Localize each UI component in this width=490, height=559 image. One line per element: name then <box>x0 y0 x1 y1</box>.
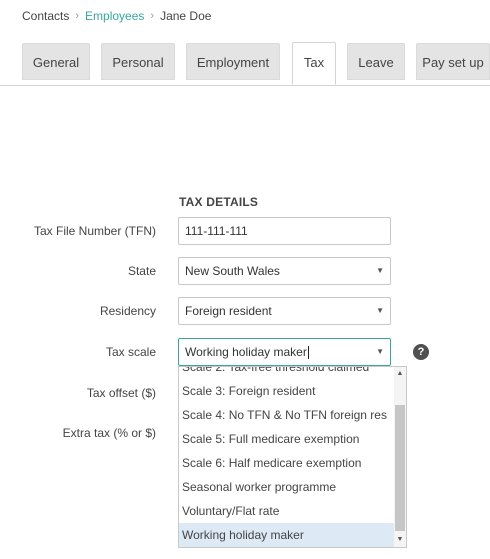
tab-employment[interactable]: Employment <box>186 43 280 80</box>
tab-tax[interactable]: Tax <box>292 42 336 85</box>
tax-scale-select[interactable]: Working holiday maker ▼ <box>178 338 391 366</box>
breadcrumb-employees[interactable]: Employees <box>85 9 144 23</box>
dropdown-option-selected[interactable]: Working holiday maker <box>179 523 395 547</box>
breadcrumb-contacts[interactable]: Contacts <box>22 9 69 23</box>
dropdown-option[interactable]: Scale 4: No TFN & No TFN foreign res <box>179 403 395 427</box>
breadcrumb: Contacts › Employees › Jane Doe <box>22 8 211 24</box>
tfn-value: 111-111-111 <box>185 224 248 238</box>
tab-general[interactable]: General <box>22 43 90 80</box>
dropdown-arrow-icon: ▼ <box>376 347 384 356</box>
dropdown-option[interactable]: Scale 5: Full medicare exemption <box>179 427 395 451</box>
section-title: TAX DETAILS <box>179 195 259 209</box>
dropdown-option[interactable]: Scale 6: Half medicare exemption <box>179 451 395 475</box>
residency-label: Residency <box>99 304 156 318</box>
dropdown-arrow-icon: ▼ <box>376 306 384 315</box>
breadcrumb-current: Jane Doe <box>160 9 212 23</box>
residency-value: Foreign resident <box>185 304 272 318</box>
tax-scale-label: Tax scale <box>105 345 156 359</box>
chevron-right-icon: › <box>75 10 80 22</box>
dropdown-option[interactable]: Voluntary/Flat rate <box>179 499 395 523</box>
tab-leave[interactable]: Leave <box>347 43 405 80</box>
scrollbar-thumb[interactable] <box>395 405 405 531</box>
tab-pay-set-up[interactable]: Pay set up <box>416 43 490 80</box>
tax-scale-value: Working holiday maker <box>185 345 307 359</box>
residency-select[interactable]: Foreign resident ▼ <box>178 297 391 325</box>
tax-scale-dropdown[interactable]: Scale 2: Tax-free threshold claimed Scal… <box>178 366 407 548</box>
dropdown-arrow-icon: ▼ <box>376 266 384 275</box>
help-icon[interactable]: ? <box>413 344 429 360</box>
dropdown-option[interactable]: Scale 3: Foreign resident <box>179 379 395 403</box>
tfn-input[interactable]: 111-111-111 <box>178 217 391 245</box>
tab-bar: General Personal Employment Tax Leave Pa… <box>0 42 490 86</box>
extra-tax-label: Extra tax (% or $) <box>62 426 156 440</box>
dropdown-option[interactable]: Scale 2: Tax-free threshold claimed <box>179 367 395 379</box>
text-cursor <box>307 346 309 360</box>
tax-scale-options: Scale 2: Tax-free threshold claimed Scal… <box>179 367 395 547</box>
state-label: State <box>127 264 156 278</box>
scroll-down-icon[interactable]: ▼ <box>394 533 406 547</box>
dropdown-scrollbar[interactable]: ▲ ▼ <box>394 367 406 547</box>
tfn-label: Tax File Number (TFN) <box>33 224 156 238</box>
tax-offset-label: Tax offset ($) <box>86 386 156 400</box>
dropdown-option[interactable]: Seasonal worker programme <box>179 475 395 499</box>
chevron-right-icon: › <box>150 10 155 22</box>
state-value: New South Wales <box>185 264 280 278</box>
state-select[interactable]: New South Wales ▼ <box>178 257 391 285</box>
tab-personal[interactable]: Personal <box>101 43 175 80</box>
scroll-up-icon[interactable]: ▲ <box>394 367 406 381</box>
